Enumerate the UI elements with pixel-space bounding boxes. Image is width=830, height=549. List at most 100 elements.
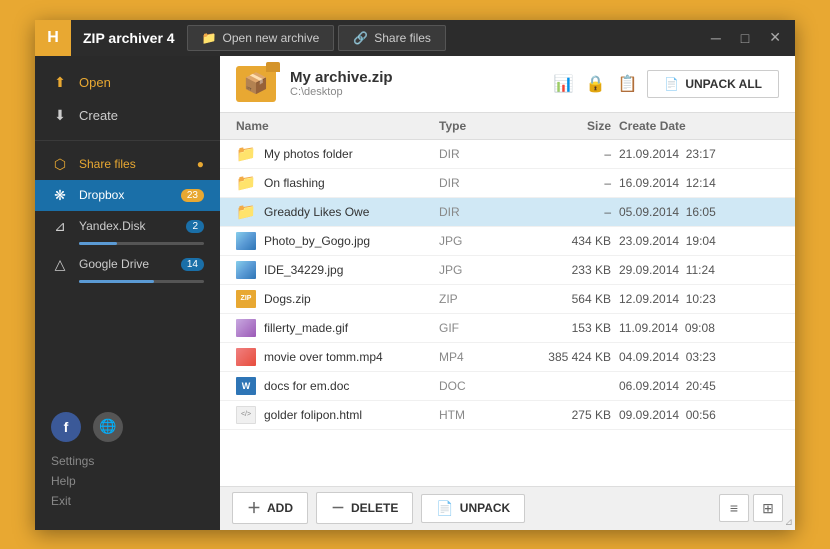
add-button[interactable]: ＋ ADD (232, 492, 308, 524)
social-icons: f 🌐 (51, 412, 204, 442)
share-files-button[interactable]: 🔗 Share files (338, 25, 446, 51)
resize-handle[interactable]: ⊿ (785, 517, 793, 528)
file-type: DIR (439, 205, 519, 219)
table-row[interactable]: Photo_by_Gogo.jpg JPG 434 KB 23.09.2014 … (220, 227, 795, 256)
delete-icon: － (331, 498, 345, 518)
yandex-progress-fill (79, 242, 117, 245)
file-name-cell: W docs for em.doc (236, 377, 439, 395)
file-name: On flashing (264, 176, 325, 190)
archive-info: My archive.zip C:\desktop (290, 69, 538, 98)
jpg-icon (236, 232, 256, 250)
exit-link[interactable]: Exit (51, 494, 204, 508)
content-area: 📦 My archive.zip C:\desktop 📊 🔒 📋 📄 UNPA… (220, 56, 795, 530)
file-size: – (519, 205, 619, 219)
table-row[interactable]: 📁 Greaddy Likes Owe DIR – 05.09.2014 16:… (220, 198, 795, 227)
sidebar-item-share[interactable]: ⬡ Share files ● (35, 149, 220, 180)
gdrive-progress-fill (79, 280, 154, 283)
file-date: 29.09.2014 11:24 (619, 263, 779, 277)
mp4-icon (236, 348, 256, 366)
main-layout: ⬆ Open ⬇ Create ⬡ Share files ● ❋ Dropbo… (35, 56, 795, 530)
help-link[interactable]: Help (51, 474, 204, 488)
table-row[interactable]: movie over tomm.mp4 MP4 385 424 KB 04.09… (220, 343, 795, 372)
col-type: Type (439, 119, 519, 133)
dropbox-icon: ❋ (51, 187, 69, 204)
file-name-cell: ZIP Dogs.zip (236, 290, 439, 308)
table-row[interactable]: fillerty_made.gif GIF 153 KB 11.09.2014 … (220, 314, 795, 343)
doc-icon: W (236, 377, 256, 395)
sidebar-bottom: f 🌐 Settings Help Exit (35, 396, 220, 530)
file-name-cell: Photo_by_Gogo.jpg (236, 232, 439, 250)
delete-button[interactable]: － DELETE (316, 492, 413, 524)
file-name: Dogs.zip (264, 292, 311, 306)
facebook-icon[interactable]: f (51, 412, 81, 442)
archive-icon: 📦 (236, 66, 276, 102)
gdrive-progress-bar (79, 280, 204, 283)
dropbox-badge: 23 (181, 189, 204, 202)
minimize-button[interactable]: ─ (705, 28, 727, 48)
list-view-button[interactable]: ≡ (719, 494, 749, 522)
app-logo: H (35, 20, 71, 56)
file-date: 05.09.2014 16:05 (619, 205, 779, 219)
info-icon[interactable]: 📋 (615, 72, 639, 96)
table-row[interactable]: ZIP Dogs.zip ZIP 564 KB 12.09.2014 10:23 (220, 285, 795, 314)
col-date: Create Date (619, 119, 779, 133)
jpg-icon (236, 261, 256, 279)
sidebar-item-dropbox[interactable]: ❋ Dropbox 23 (35, 180, 220, 211)
app-window: H ZIP archiver 4 📁 Open new archive 🔗 Sh… (35, 20, 795, 530)
lock-icon[interactable]: 🔒 (584, 72, 608, 96)
title-bar: H ZIP archiver 4 📁 Open new archive 🔗 Sh… (35, 20, 795, 56)
unpack-button[interactable]: 📄 UNPACK (421, 494, 525, 523)
sidebar-item-create[interactable]: ⬇ Create (35, 99, 220, 132)
html-icon: </> (236, 406, 256, 424)
file-name: IDE_34229.jpg (264, 263, 343, 277)
file-name-cell: 📁 On flashing (236, 174, 439, 192)
file-size: 434 KB (519, 234, 619, 248)
table-row[interactable]: 📁 My photos folder DIR – 21.09.2014 23:1… (220, 140, 795, 169)
folder-icon: 📁 (236, 203, 256, 221)
file-size: 385 424 KB (519, 350, 619, 364)
file-size: 275 KB (519, 408, 619, 422)
yandex-badge: 2 (186, 220, 204, 233)
col-name: Name (236, 119, 439, 133)
table-row[interactable]: W docs for em.doc DOC 06.09.2014 20:45 (220, 372, 795, 401)
open-archive-button[interactable]: 📁 Open new archive (187, 25, 335, 51)
archive-header: 📦 My archive.zip C:\desktop 📊 🔒 📋 📄 UNPA… (220, 56, 795, 113)
content-wrapper: 📦 My archive.zip C:\desktop 📊 🔒 📋 📄 UNPA… (220, 56, 795, 530)
sidebar-item-yandex[interactable]: ⊿ Yandex.Disk 2 (35, 211, 220, 242)
file-name-cell: </> golder folipon.html (236, 406, 439, 424)
sidebar-item-open[interactable]: ⬆ Open (35, 66, 220, 99)
sidebar-nav: ⬆ Open ⬇ Create ⬡ Share files ● ❋ Dropbo… (35, 56, 220, 297)
table-row[interactable]: </> golder folipon.html HTM 275 KB 09.09… (220, 401, 795, 430)
unpack-all-button[interactable]: 📄 UNPACK ALL (647, 70, 779, 98)
settings-link[interactable]: Settings (51, 454, 204, 468)
maximize-button[interactable]: □ (735, 28, 755, 48)
file-name: docs for em.doc (264, 379, 349, 393)
col-size: Size (519, 119, 619, 133)
share-files-icon: ⬡ (51, 156, 69, 173)
grid-view-button[interactable]: ⊞ (753, 494, 783, 522)
sidebar: ⬆ Open ⬇ Create ⬡ Share files ● ❋ Dropbo… (35, 56, 220, 530)
file-name: movie over tomm.mp4 (264, 350, 383, 364)
file-type: GIF (439, 321, 519, 335)
file-name-cell: movie over tomm.mp4 (236, 348, 439, 366)
file-list-header: Name Type Size Create Date (220, 113, 795, 140)
file-size: 153 KB (519, 321, 619, 335)
yandex-icon: ⊿ (51, 218, 69, 235)
file-list: 📁 My photos folder DIR – 21.09.2014 23:1… (220, 140, 795, 486)
table-row[interactable]: IDE_34229.jpg JPG 233 KB 29.09.2014 11:2… (220, 256, 795, 285)
app-title: ZIP archiver 4 (71, 30, 187, 46)
file-name: My photos folder (264, 147, 353, 161)
file-date: 21.09.2014 23:17 (619, 147, 779, 161)
file-date: 09.09.2014 00:56 (619, 408, 779, 422)
sidebar-item-gdrive[interactable]: △ Google Drive 14 (35, 249, 220, 280)
folder-icon: 📁 (236, 174, 256, 192)
unpack-toolbar-icon: 📄 (436, 500, 453, 517)
zip-icon: ZIP (236, 290, 256, 308)
chart-icon[interactable]: 📊 (552, 72, 576, 96)
website-icon[interactable]: 🌐 (93, 412, 123, 442)
add-icon: ＋ (247, 498, 261, 518)
share-circle-icon: ● (197, 157, 204, 171)
yandex-progress-bar (79, 242, 204, 245)
close-button[interactable]: ✕ (763, 27, 787, 48)
table-row[interactable]: 📁 On flashing DIR – 16.09.2014 12:14 (220, 169, 795, 198)
